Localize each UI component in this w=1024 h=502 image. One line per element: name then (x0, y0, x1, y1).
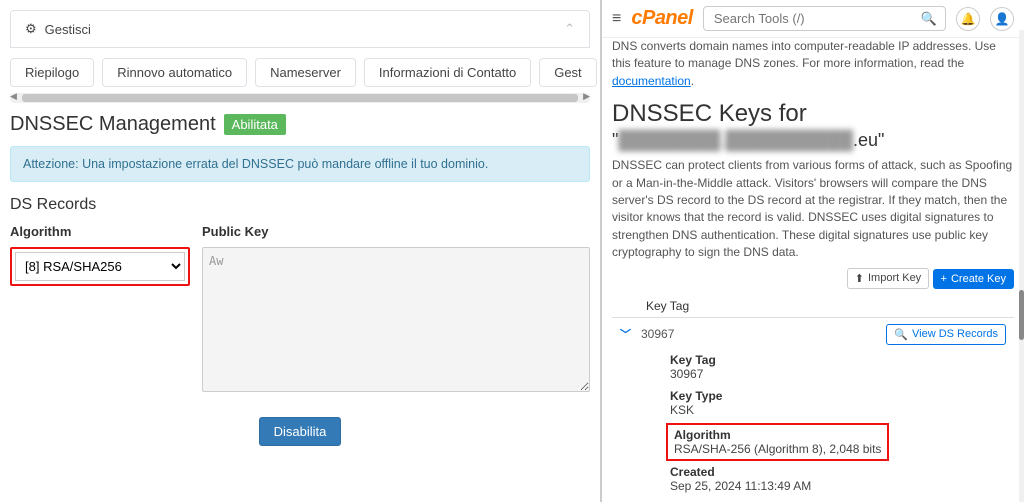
created-value: Sep 25, 2024 11:13:49 AM (670, 479, 1006, 493)
algorithm-highlight-box: Algorithm RSA/SHA-256 (Algorithm 8), 2,0… (666, 423, 889, 461)
create-key-button[interactable]: + Create Key (933, 269, 1014, 289)
import-key-button[interactable]: ⬆ Import Key (847, 268, 929, 289)
ds-records-title: DS Records (0, 190, 600, 220)
public-key-label: Public Key (202, 224, 590, 239)
tabs-row: Riepilogo Rinnovo automatico Nameserver … (0, 58, 600, 93)
key-type-label: Key Type (670, 389, 1006, 403)
ds-record-row: Algorithm [8] RSA/SHA256 Public Key Aw (0, 220, 600, 399)
key-row[interactable]: ﹀ 30967 🔍 View DS Records (612, 318, 1014, 351)
key-tag-detail: 30967 (670, 367, 1006, 381)
view-ds-records-button[interactable]: 🔍 View DS Records (886, 324, 1006, 345)
key-details: Key Tag 30967 Key Type KSK Algorithm RSA… (612, 351, 1014, 502)
search-input[interactable] (712, 10, 921, 27)
disable-button[interactable]: Disabilita (259, 417, 342, 446)
scroll-thumb[interactable] (22, 94, 578, 102)
chevron-up-icon: ⌃ (564, 21, 575, 37)
algorithm-select[interactable]: [8] RSA/SHA256 (15, 252, 185, 281)
search-wrap[interactable]: 🔍 (703, 6, 946, 31)
dnssec-heading: DNSSEC Management Abilitata (0, 103, 600, 138)
tab-gest[interactable]: Gest (539, 58, 596, 87)
tab-nameserver[interactable]: Nameserver (255, 58, 356, 87)
search-icon: 🔍 (894, 328, 908, 341)
keytag-column-header: Key Tag (612, 295, 1014, 318)
algorithm-label: Algorithm (10, 224, 190, 239)
search-icon[interactable]: 🔍 (921, 11, 937, 27)
vertical-scroll-thumb[interactable] (1019, 290, 1024, 340)
key-type-value: KSK (670, 403, 1006, 417)
dnssec-description: DNSSEC can protect clients from various … (612, 157, 1014, 261)
tab-rinnovo[interactable]: Rinnovo automatico (102, 58, 247, 87)
gear-icon: ⚙ (25, 21, 37, 37)
gestisci-bar[interactable]: ⚙ Gestisci ⌃ (10, 10, 590, 48)
key-tag-label: Key Tag (670, 353, 1006, 367)
warning-alert: Attezione: Una impostazione errata del D… (10, 146, 590, 182)
tab-contatto[interactable]: Informazioni di Contatto (364, 58, 531, 87)
cpanel-logo: cPanel (631, 7, 693, 30)
algorithm-detail-label: Algorithm (674, 428, 881, 442)
documentation-link[interactable]: documentation (612, 74, 691, 88)
algorithm-detail-value: RSA/SHA-256 (Algorithm 8), 2,048 bits (674, 442, 881, 456)
domain-name: "████████.██████████.eu" (612, 130, 1014, 151)
public-key-textarea[interactable]: Aw (202, 247, 590, 392)
status-badge: Abilitata (224, 114, 286, 135)
left-panel: ⚙ Gestisci ⌃ Riepilogo Rinnovo automatic… (0, 0, 602, 502)
gestisci-label: Gestisci (45, 22, 91, 37)
tab-riepilogo[interactable]: Riepilogo (10, 58, 94, 87)
right-panel: ≡ cPanel 🔍 🔔 👤 DNS converts domain names… (602, 0, 1024, 502)
key-tag-value: 30967 (641, 327, 876, 341)
notifications-icon[interactable]: 🔔 (956, 7, 980, 31)
menu-icon[interactable]: ≡ (612, 10, 621, 28)
chevron-down-icon[interactable]: ﹀ (620, 326, 631, 342)
horizontal-scrollbar[interactable] (10, 93, 590, 103)
created-label: Created (670, 465, 1006, 479)
vertical-scrollbar[interactable] (1019, 30, 1024, 502)
dns-description: DNS converts domain names into computer-… (612, 38, 1014, 90)
user-icon[interactable]: 👤 (990, 7, 1014, 31)
dnssec-title: DNSSEC Management (10, 113, 216, 136)
algorithm-highlight: [8] RSA/SHA256 (10, 247, 190, 286)
topbar: ≡ cPanel 🔍 🔔 👤 (602, 0, 1024, 38)
plus-icon: + (941, 273, 947, 285)
upload-icon: ⬆ (855, 272, 864, 285)
keys-heading: DNSSEC Keys for (612, 100, 1014, 128)
